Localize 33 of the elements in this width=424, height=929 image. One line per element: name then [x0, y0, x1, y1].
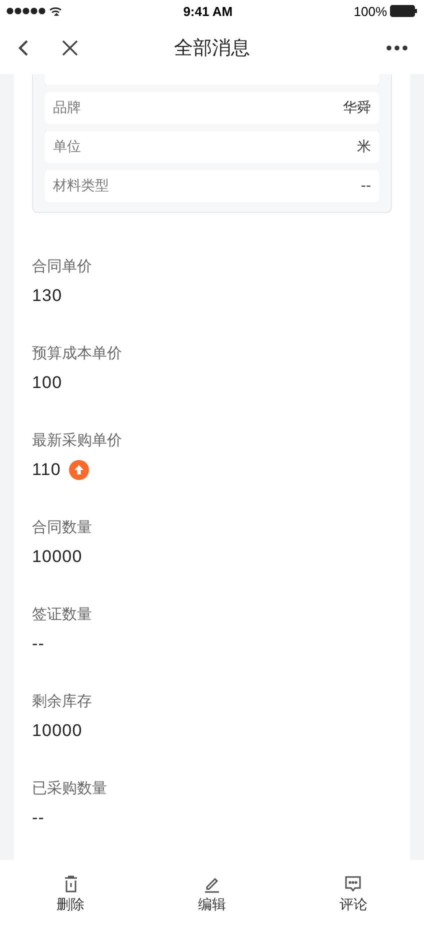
field-value: -- — [32, 634, 45, 654]
page-title: 全部消息 — [174, 36, 250, 61]
pencil-icon — [202, 875, 221, 893]
edit-button[interactable]: 编辑 — [172, 874, 252, 915]
field-label: 剩余库存 — [32, 692, 93, 711]
spec-label: 材料类型 — [53, 177, 109, 195]
field-label: 合同单价 — [32, 257, 93, 276]
field-label: 已采购数量 — [32, 779, 108, 798]
field-label: 签证数量 — [32, 605, 93, 624]
status-time: 9:41 AM — [183, 4, 233, 18]
delete-button[interactable]: 删除 — [30, 874, 111, 915]
field-label: 预算成本单价 — [32, 344, 123, 363]
comment-icon — [344, 875, 362, 893]
field-label: 最新采购单价 — [32, 431, 123, 450]
battery-percent: 100% — [354, 4, 387, 18]
spec-label: 品牌 — [53, 99, 81, 117]
spec-value: -- — [360, 178, 371, 194]
spec-value: 米 — [357, 138, 371, 156]
spec-label: 单位 — [53, 138, 81, 156]
field-value: -- — [32, 808, 45, 828]
field-value: 10000 — [32, 547, 82, 567]
field-value: 110 — [32, 460, 61, 480]
field-value: 100 — [32, 373, 62, 393]
close-icon — [60, 38, 80, 58]
signal-icon — [6, 6, 62, 16]
field-label: 合同数量 — [32, 518, 93, 537]
more-icon — [386, 45, 408, 51]
comment-button[interactable]: 评论 — [313, 874, 394, 915]
back-icon — [16, 39, 30, 57]
field-value: 130 — [32, 286, 62, 306]
field-value: 10000 — [32, 721, 82, 741]
spec-value: 华舜 — [343, 99, 371, 117]
battery-icon — [390, 5, 418, 17]
